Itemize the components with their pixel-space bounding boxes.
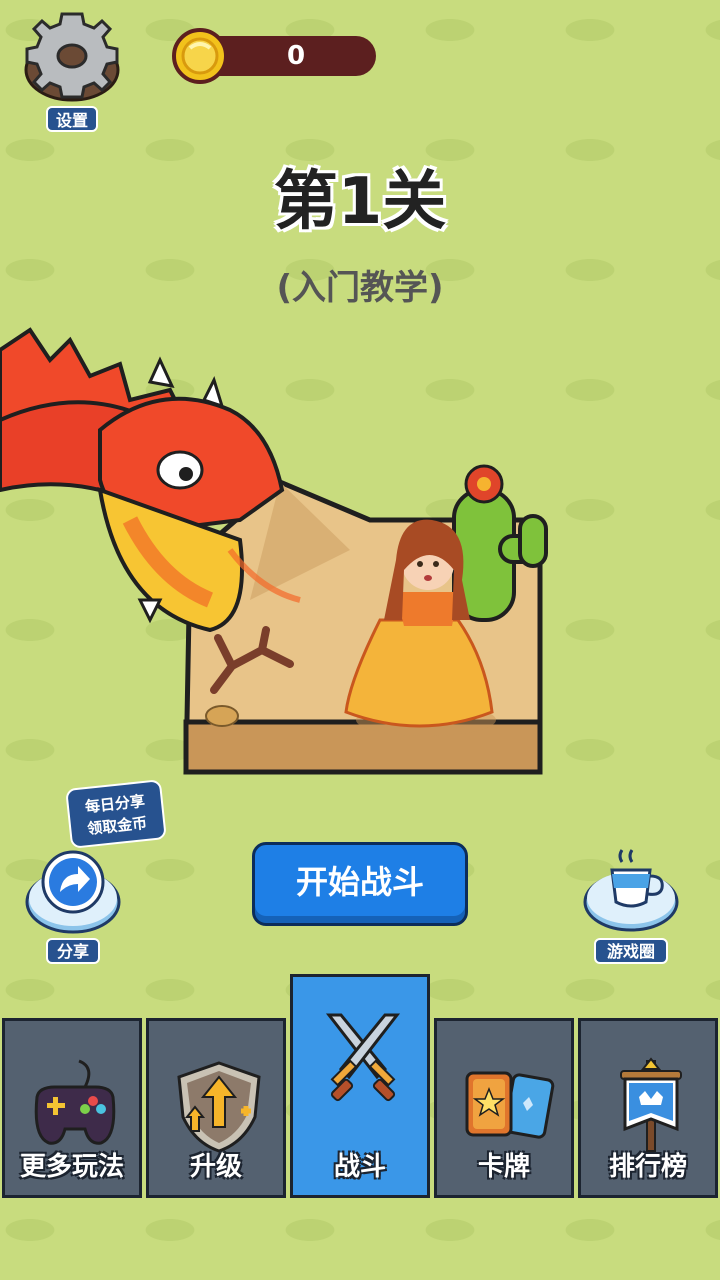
share-button[interactable]: [24, 848, 122, 934]
crossed-swords-icon: [325, 1013, 401, 1102]
level-title: 第1关: [272, 164, 448, 241]
nav-item-cards[interactable]: 卡牌: [434, 1018, 574, 1198]
upgrade-shield-icon: [177, 1061, 261, 1153]
nav-label: 战斗: [333, 1152, 386, 1182]
bottom-nav: 更多玩法 升级 战斗 卡牌 排行榜: [0, 974, 720, 1200]
leaderboard-banner-icon: [620, 1057, 682, 1152]
nav-item-more-games[interactable]: 更多玩法: [2, 1018, 142, 1198]
share-label: 分享: [46, 938, 100, 964]
settings-label: 设置: [46, 106, 98, 132]
coin-icon: [170, 26, 230, 86]
start-battle-button[interactable]: 开始战斗: [252, 842, 468, 926]
gear-icon: [24, 12, 120, 102]
cards-icon: [465, 1071, 555, 1139]
nav-item-upgrade[interactable]: 升级: [146, 1018, 286, 1198]
game-circle-button[interactable]: [582, 846, 680, 932]
nav-label: 更多玩法: [19, 1152, 124, 1182]
nav-label: 升级: [189, 1152, 242, 1182]
settings-button[interactable]: [22, 8, 122, 102]
nav-item-leaderboard[interactable]: 排行榜: [578, 1018, 718, 1198]
nav-item-battle[interactable]: 战斗: [290, 974, 430, 1198]
level-subtitle: (入门教学): [276, 268, 444, 308]
nav-label: 卡牌: [477, 1152, 530, 1182]
game-circle-label: 游戏圈: [594, 938, 668, 964]
level-scene-illustration: [0, 320, 560, 790]
daily-share-badge[interactable]: 每日分享 领取金币: [65, 779, 167, 849]
nav-label: 排行榜: [608, 1152, 687, 1182]
gamepad-icon: [34, 1059, 116, 1145]
